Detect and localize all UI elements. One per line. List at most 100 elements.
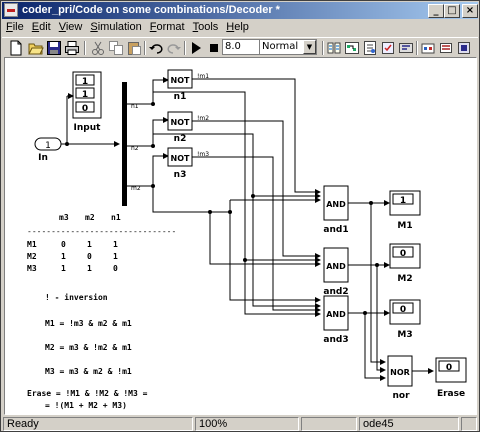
toolbar-separator	[84, 41, 86, 55]
resize-grip[interactable]	[461, 417, 477, 431]
simulation-mode-value: Normal	[262, 41, 299, 52]
annotation-notes: ! - inversion M1 = !m3 & m2 & m1 M2 = m3…	[27, 292, 148, 410]
undo-icon[interactable]	[148, 40, 164, 56]
stop-simulation-icon[interactable]	[206, 40, 222, 56]
note-line: = !(M1 + M2 + M3)	[45, 401, 127, 410]
menu-format[interactable]: Format	[146, 19, 189, 33]
solver-name: ode45	[359, 417, 459, 431]
window-title: coder_pri/Code on some combinations/Deco…	[22, 4, 280, 16]
truth-table: m3 m2 n1 -------------------------------…	[27, 213, 176, 273]
demux-block[interactable]	[122, 82, 127, 206]
chevron-down-icon[interactable]: ▼	[303, 40, 316, 54]
menu-help[interactable]: Help	[222, 19, 253, 33]
signal-line[interactable]	[376, 265, 386, 373]
model-browser-icon[interactable]	[344, 40, 360, 56]
toolbar-separator	[144, 41, 146, 55]
properties-icon[interactable]	[456, 40, 472, 56]
signal-line[interactable]	[152, 186, 321, 303]
toolbar: 8.0 Normal ▼	[2, 37, 478, 57]
maximize-button[interactable]: □	[444, 4, 460, 18]
signal-line[interactable]	[127, 117, 169, 147]
display-name: M2	[397, 274, 412, 284]
menu-edit[interactable]: Edit	[28, 19, 55, 33]
note-line: Erase = !M1 & !M2 & !M3 =	[27, 389, 148, 398]
close-button[interactable]: ×	[462, 4, 478, 18]
truth-table-divider: -------------------------------	[27, 227, 176, 236]
simulation-mode-select[interactable]: Normal ▼	[259, 39, 317, 55]
truth-table-cell: 0	[61, 240, 66, 249]
toolbar-separator	[322, 41, 324, 55]
redo-icon[interactable]	[166, 40, 182, 56]
signal-line[interactable]	[252, 196, 321, 309]
inport-number: 1	[45, 141, 51, 151]
new-model-icon[interactable]	[8, 40, 24, 56]
not-block-name: n2	[174, 134, 187, 144]
input-label: Input	[74, 123, 102, 133]
signal-line[interactable]	[192, 78, 321, 195]
truth-table-header: n1	[111, 213, 121, 222]
title-bar[interactable]: coder_pri/Code on some combinations/Deco…	[2, 2, 478, 19]
display-value: 0	[446, 363, 452, 373]
truth-table-cell: 1	[87, 240, 92, 249]
note-line: M1 = !m3 & m2 & m1	[45, 319, 132, 328]
signal-line[interactable]	[370, 203, 386, 365]
display-name: Erase	[437, 389, 465, 399]
status-bar: Ready 100% ode45	[2, 416, 478, 432]
save-icon[interactable]	[46, 40, 62, 56]
input-value: 1	[82, 90, 88, 100]
open-folder-icon[interactable]	[28, 40, 44, 56]
branch-point	[251, 194, 255, 198]
truth-table-cell: 0	[113, 264, 118, 273]
menu-view[interactable]: View	[55, 19, 87, 33]
not-block-label: NOT	[171, 154, 190, 163]
nor-block-name: nor	[392, 391, 410, 401]
blocks-icon[interactable]	[438, 40, 454, 56]
and-block-label: AND	[326, 310, 346, 319]
signal-line[interactable]	[364, 313, 386, 381]
truth-table-cell: 1	[61, 264, 66, 273]
display-value: 1	[400, 196, 406, 206]
explorer-icon[interactable]	[380, 40, 396, 56]
and-block-name: and3	[323, 335, 348, 345]
signal-line[interactable]	[192, 120, 321, 259]
branch-point	[243, 258, 247, 262]
display-name: M3	[397, 330, 412, 340]
input-value: 1	[82, 77, 88, 87]
truth-table-header: m3	[59, 213, 69, 222]
cut-icon[interactable]	[90, 40, 106, 56]
truth-table-cell: 1	[113, 252, 118, 261]
paste-icon[interactable]	[126, 40, 142, 56]
stop-time-field[interactable]: 8.0	[222, 39, 264, 55]
minimize-button[interactable]: _	[428, 4, 444, 18]
not-block-label: NOT	[171, 118, 190, 127]
status-pane	[301, 417, 357, 431]
nor-block-label: NOR	[390, 368, 410, 377]
toolbar-separator	[416, 41, 418, 55]
not-block-name: n3	[174, 170, 187, 180]
toggle-model-browser-icon[interactable]	[420, 40, 436, 56]
not-block-name: n1	[174, 92, 187, 102]
signal-line[interactable]	[192, 156, 321, 313]
menu-tools[interactable]: Tools	[189, 19, 223, 33]
branch-point	[65, 142, 69, 146]
diagram-canvas[interactable]: 1 In 1 1 0 Input n1 n2 m2 NOT n1 !m1 NOT…	[4, 57, 477, 415]
menu-file[interactable]: File	[2, 19, 28, 33]
display-value: 0	[400, 305, 406, 315]
truth-table-header: m2	[85, 213, 95, 222]
library-browser-icon[interactable]	[326, 40, 342, 56]
truth-table-row-name: M1	[27, 240, 37, 249]
debugger-icon[interactable]	[362, 40, 378, 56]
print-icon[interactable]	[64, 40, 80, 56]
signal-line[interactable]	[127, 153, 169, 187]
start-simulation-icon[interactable]	[188, 40, 204, 56]
display-name: M1	[397, 221, 412, 231]
model-window: coder_pri/Code on some combinations/Deco…	[0, 0, 480, 432]
menu-simulation[interactable]: Simulation	[86, 19, 145, 33]
build-icon[interactable]	[398, 40, 414, 56]
not-block-label: NOT	[171, 76, 190, 85]
truth-table-row-name: M2	[27, 252, 37, 261]
simulink-model-icon[interactable]	[4, 3, 18, 17]
input-value: 0	[82, 104, 88, 114]
note-line: M2 = m3 & !m2 & m1	[45, 343, 132, 352]
copy-icon[interactable]	[108, 40, 124, 56]
